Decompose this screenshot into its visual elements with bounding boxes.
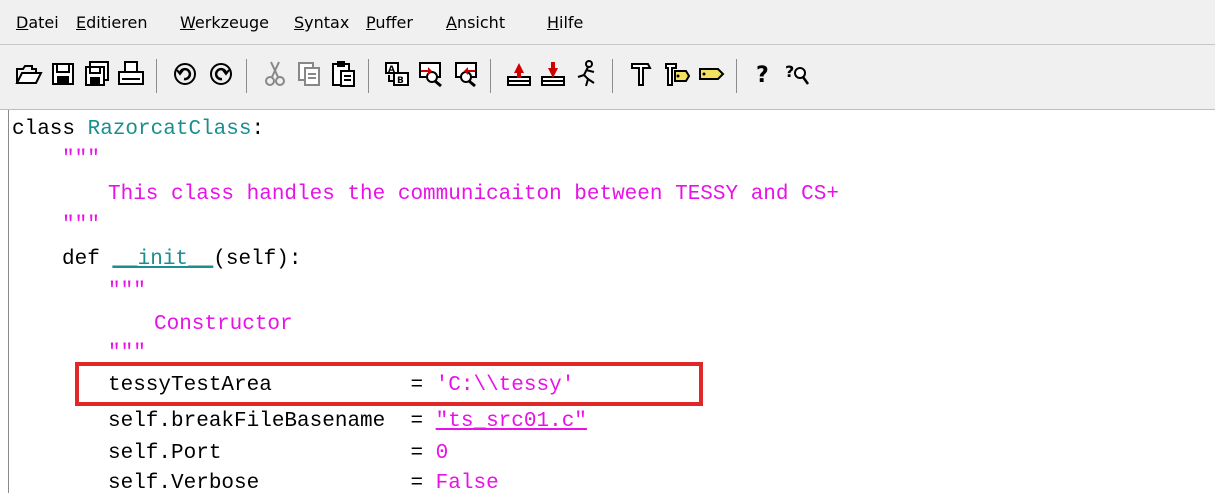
code-line-1: class RazorcatClass: bbox=[12, 118, 265, 141]
save-session-icon[interactable] bbox=[536, 55, 570, 93]
menu-puffer[interactable]: Puffer bbox=[366, 13, 413, 32]
menu-ansicht[interactable]: Ansicht bbox=[446, 13, 505, 32]
code-line-4: """ bbox=[62, 214, 100, 237]
code-line-6: """ bbox=[108, 280, 146, 303]
paste-icon[interactable] bbox=[326, 55, 360, 93]
code-editor[interactable] bbox=[0, 110, 1215, 493]
toolbar-separator bbox=[368, 59, 369, 93]
editor-left-border bbox=[8, 110, 9, 493]
menu-datei[interactable]: Datei bbox=[16, 13, 59, 32]
toolbar-separator bbox=[246, 59, 247, 93]
redo-icon[interactable] bbox=[204, 55, 238, 93]
load-session-icon[interactable] bbox=[502, 55, 536, 93]
svg-text:?: ? bbox=[756, 63, 769, 88]
highlight-box bbox=[75, 362, 703, 406]
run-script-icon[interactable] bbox=[570, 55, 604, 93]
find-next-icon[interactable] bbox=[414, 55, 448, 93]
print-icon[interactable] bbox=[114, 55, 148, 93]
make-icon[interactable] bbox=[624, 55, 658, 93]
svg-text:?: ? bbox=[785, 62, 794, 81]
find-replace-icon[interactable]: AB bbox=[380, 55, 414, 93]
toolbar: AB ? ? bbox=[0, 45, 1215, 110]
menu-bar: Datei Editieren Werkzeuge Syntax Puffer … bbox=[0, 0, 1215, 45]
find-prev-icon[interactable] bbox=[448, 55, 482, 93]
code-line-12: self.Verbose = False bbox=[108, 472, 499, 495]
menu-werkzeuge[interactable]: Werkzeuge bbox=[180, 13, 269, 32]
menu-syntax[interactable]: Syntax bbox=[294, 13, 349, 32]
open-icon[interactable] bbox=[12, 55, 46, 93]
toolbar-separator bbox=[736, 59, 737, 93]
svg-text:B: B bbox=[397, 76, 404, 86]
cut-icon[interactable] bbox=[258, 55, 292, 93]
code-line-11: self.Port = 0 bbox=[108, 442, 449, 465]
menu-hilfe[interactable]: Hilfe bbox=[547, 13, 583, 32]
code-line-5: def __init__(self): bbox=[62, 248, 302, 271]
code-line-3: This class handles the communicaiton bet… bbox=[108, 183, 839, 206]
toolbar-separator bbox=[156, 59, 157, 93]
save-all-icon[interactable] bbox=[80, 55, 114, 93]
help-icon[interactable]: ? bbox=[746, 55, 780, 93]
copy-icon[interactable] bbox=[292, 55, 326, 93]
save-icon[interactable] bbox=[46, 55, 80, 93]
undo-icon[interactable] bbox=[168, 55, 202, 93]
code-line-2: """ bbox=[62, 148, 100, 171]
menu-editieren[interactable]: Editieren bbox=[76, 13, 147, 32]
build-tags-icon[interactable] bbox=[660, 55, 694, 93]
code-line-10: self.breakFileBasename = "ts_src01.c" bbox=[108, 410, 587, 433]
toolbar-separator bbox=[612, 59, 613, 93]
help-find-icon[interactable]: ? bbox=[780, 55, 814, 93]
toolbar-separator bbox=[490, 59, 491, 93]
code-line-7: Constructor bbox=[154, 313, 293, 336]
jump-tag-icon[interactable] bbox=[694, 55, 728, 93]
